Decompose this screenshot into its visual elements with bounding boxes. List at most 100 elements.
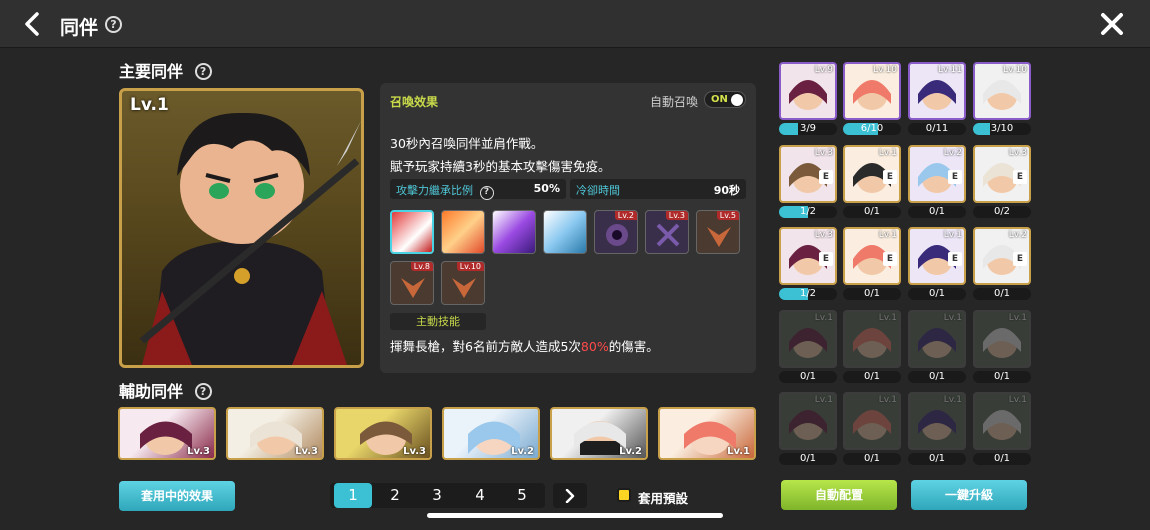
buff-up-skill-icon[interactable] [543,210,587,254]
dark-orb-skill-icon[interactable]: Lv.2 [594,210,638,254]
count-text: 0/1 [993,371,1011,382]
roster-companion-level: Lv.1 [814,313,833,323]
page-5-button[interactable]: 5 [503,483,541,508]
page-title: 同伴 [60,17,99,39]
top-bar: 同伴 ? [0,0,1150,48]
sub-companion-card[interactable]: Lv.2 [442,407,540,460]
sub-companion-level: Lv.3 [295,446,318,457]
applied-effects-button[interactable]: 套用中的效果 [119,481,235,511]
sub-companion-label: 輔助同伴 ? [119,378,212,402]
roster-companion-slot[interactable]: Lv.1 [908,310,966,368]
roster-companion-level: Lv.1 [878,313,897,323]
roster-companion-level: Lv.1 [1008,395,1027,405]
attack-inherit-value: 50% [533,182,560,195]
fox-skill-icon[interactable]: Lv.5 [696,210,740,254]
upgrade-all-button[interactable]: 一鍵升級 [911,480,1027,510]
help-icon[interactable]: ? [194,63,212,80]
flame-skill-icon[interactable] [441,210,485,254]
auto-summon-toggle[interactable]: ON [704,91,746,108]
apply-preset-label[interactable]: 套用預設 [638,488,688,507]
auto-config-button[interactable]: 自動配置 [781,480,897,510]
roster-companion-slot[interactable]: Lv.1 [908,392,966,450]
roster-companion-slot[interactable]: Lv.1 [779,392,837,450]
roster-companion-slot[interactable]: Lv.9 [779,62,837,120]
count-text: 0/1 [863,288,881,299]
roster-companion-slot[interactable]: Lv.3 E [779,227,837,285]
count-text: 0/1 [863,371,881,382]
chevron-right-icon [565,488,575,504]
roster-companion-level: Lv.1 [943,313,962,323]
toggle-knob [731,94,743,106]
roster-companion-count: 0/1 [908,206,966,218]
sub-companion-card[interactable]: Lv.3 [226,407,324,460]
roster-companion-slot[interactable]: Lv.10 [973,62,1031,120]
roster-companion-slot[interactable]: Lv.3 E [779,145,837,203]
roster-companion-count: 0/1 [908,453,966,465]
sub-companion-level: Lv.1 [727,446,750,457]
roster-companion-level: Lv.1 [814,395,833,405]
roster-companion-slot[interactable]: Lv.3 E [973,145,1031,203]
roster-companion-slot[interactable]: Lv.1 [973,310,1031,368]
slash-skill-icon[interactable] [390,210,434,254]
roster-companion-slot[interactable]: Lv.1 [843,310,901,368]
sub-companion-card[interactable]: Lv.3 [118,407,216,460]
roster-companion-slot[interactable]: Lv.10 [843,62,901,120]
roster-companion-slot[interactable]: Lv.1 [843,392,901,450]
fox-skill-icon[interactable]: Lv.10 [441,261,485,305]
count-text: 0/1 [799,371,817,382]
help-icon[interactable]: ? [194,383,212,400]
fox-skill-icon[interactable]: Lv.8 [390,261,434,305]
count-text: 0/11 [925,123,949,134]
skill-level: Lv.5 [716,211,739,220]
roster-companion-level: Lv.1 [878,395,897,405]
count-text: 0/1 [993,288,1011,299]
roster-companion-level: Lv.2 [943,148,962,158]
cooldown-value: 90秒 [713,184,740,197]
count-progress-fill [779,123,799,135]
equipped-badge: E [948,170,962,184]
roster-companion-slot[interactable]: Lv.1 E [843,145,901,203]
page-4-button[interactable]: 4 [461,483,499,508]
equipped-badge: E [883,170,897,184]
count-text: 1/2 [799,288,817,299]
page-1-button[interactable]: 1 [334,483,372,508]
roster-companion-level: Lv.3 [1008,148,1027,158]
roster-companion-level: Lv.10 [1003,65,1027,75]
help-icon[interactable]: ? [105,16,122,33]
main-companion-portrait[interactable]: Lv.1 [119,88,364,368]
count-text: 6/10 [860,123,884,134]
home-indicator [427,513,723,518]
back-arrow-icon[interactable] [22,10,44,38]
page-2-button[interactable]: 2 [376,483,414,508]
roster-companion-count: 0/1 [973,453,1031,465]
dark-rune-skill-icon[interactable]: Lv.3 [645,210,689,254]
sub-companion-level: Lv.2 [619,446,642,457]
effect-desc-line1: 30秒內召喚同伴並肩作戰。 [390,136,544,151]
roster-companion-level: Lv.11 [938,65,962,75]
close-icon[interactable] [1100,12,1124,36]
roster-companion-slot[interactable]: Lv.11 [908,62,966,120]
sub-companion-card[interactable]: Lv.1 [658,407,756,460]
equipped-badge: E [1013,170,1027,184]
toggle-state: ON [711,94,728,105]
preset-indicator[interactable] [617,488,631,502]
roster-companion-slot[interactable]: Lv.1 E [908,227,966,285]
roster-companion-count: 0/1 [973,371,1031,383]
roster-companion-slot[interactable]: Lv.2 E [908,145,966,203]
next-page-button[interactable] [553,483,587,508]
page-3-button[interactable]: 3 [418,483,456,508]
roster-companion-slot[interactable]: Lv.1 [779,310,837,368]
roster-companion-slot[interactable]: Lv.1 E [843,227,901,285]
roster-companion-slot[interactable]: Lv.2 E [973,227,1031,285]
roster-companion-slot[interactable]: Lv.1 [973,392,1031,450]
sub-companion-card[interactable]: Lv.2 [550,407,648,460]
count-text: 3/10 [990,123,1014,134]
help-icon[interactable]: ? [479,186,494,200]
spear-skill-icon[interactable] [492,210,536,254]
sub-companion-card[interactable]: Lv.3 [334,407,432,460]
page-selector: 1 2 3 4 5 [330,483,545,508]
roster-companion-count: 0/1 [843,206,901,218]
count-text: 0/1 [993,453,1011,464]
skill-description: 揮舞長槍，對6名前方敵人造成5次80%的傷害。 [390,339,659,354]
sub-companion-level: Lv.3 [187,446,210,457]
